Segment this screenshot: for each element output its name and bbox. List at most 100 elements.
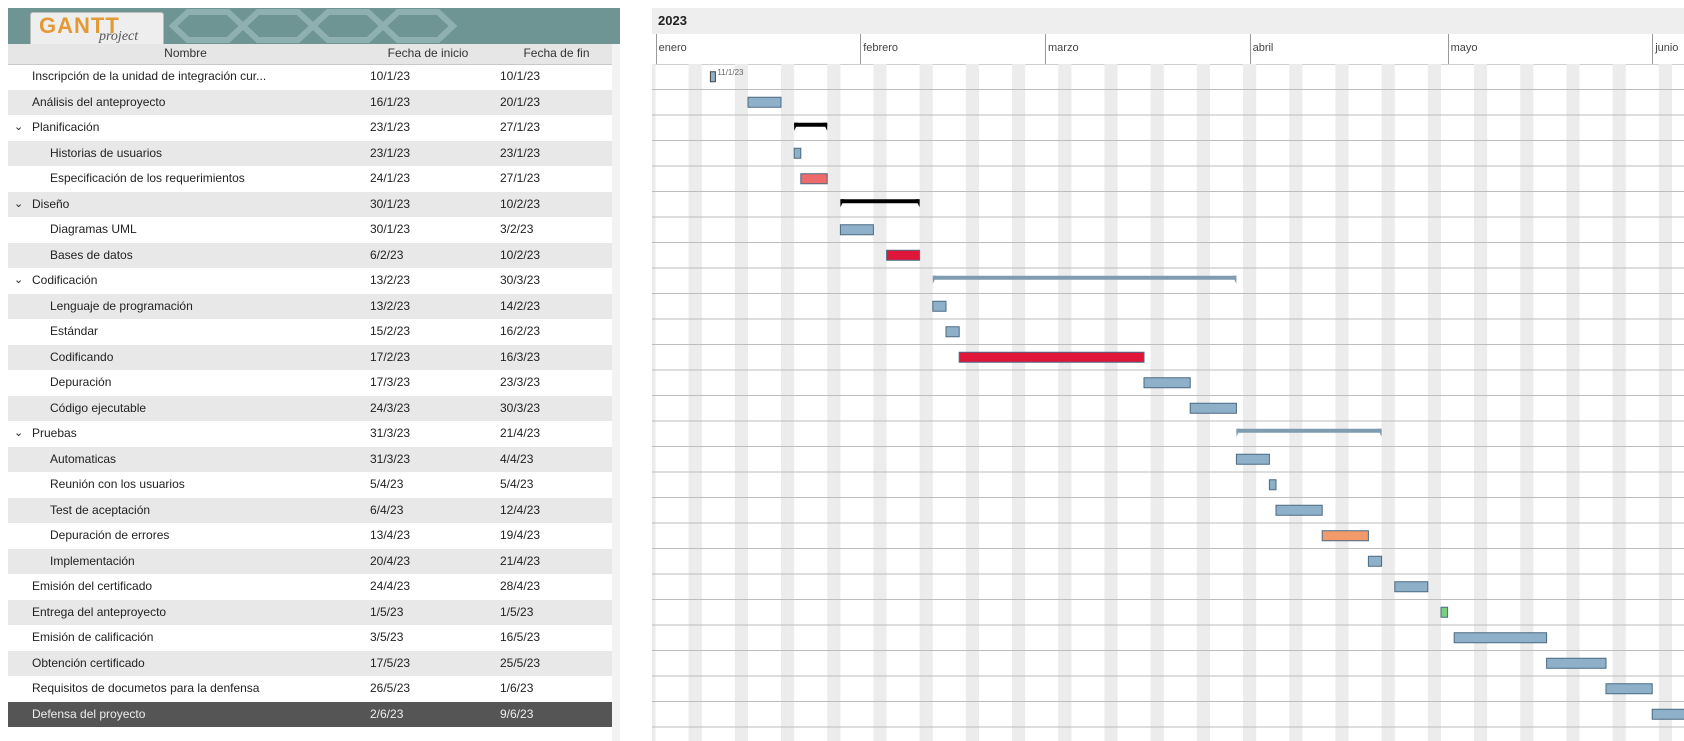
task-name: Lenguaje de programación <box>50 298 193 313</box>
year-label: 2023 <box>658 13 687 28</box>
milestone-marker <box>709 71 716 83</box>
ganttproject-logo: GANTT project <box>30 12 164 44</box>
task-row[interactable]: Entrega del anteproyecto 1/5/23 1/5/23 <box>8 599 620 625</box>
task-end-date: 30/3/23 <box>500 273 541 287</box>
task-row[interactable]: Obtención certificado 17/5/23 25/5/23 <box>8 650 620 676</box>
task-end-date: 10/2/23 <box>500 247 541 262</box>
task-start-date: 3/5/23 <box>370 630 404 644</box>
task-row[interactable]: Emisión del certificado 24/4/23 28/4/23 <box>8 574 620 600</box>
task-bar <box>1235 453 1270 465</box>
milestone-label: 11/1/23 <box>717 68 744 77</box>
task-row[interactable]: Reunión con los usuarios 5/4/23 5/4/23 <box>8 472 620 498</box>
month-label: abril <box>1249 34 1273 64</box>
table-scrollbar[interactable] <box>612 44 620 741</box>
task-end-date: 1/6/23 <box>500 681 534 695</box>
task-name: Especificación de los requerimientos <box>50 171 245 185</box>
column-header-end[interactable]: Fecha de fin <box>493 46 620 62</box>
task-start-date: 6/2/23 <box>370 247 404 262</box>
task-row[interactable]: Especificación de los requerimientos 24/1… <box>8 166 620 192</box>
task-name: Defensa del proyecto <box>32 706 146 721</box>
task-bar <box>1453 632 1548 644</box>
column-header-start[interactable]: Fecha de inicio <box>363 46 493 62</box>
task-bar <box>1143 377 1191 389</box>
task-end-date: 21/4/23 <box>500 426 541 440</box>
chevron-down-icon[interactable]: ⌄ <box>14 115 23 141</box>
task-name: Depuración <box>50 375 112 389</box>
task-end-date: 10/1/23 <box>500 69 541 83</box>
task-bar <box>1321 530 1369 542</box>
year-header: 2023 <box>652 8 1684 34</box>
task-row[interactable]: ⌄ Diseño 30/1/23 10/2/23 <box>8 191 620 218</box>
task-row[interactable]: ⌄ Planificación 23/1/23 27/1/23 <box>8 115 620 141</box>
task-start-date: 17/5/23 <box>370 655 411 670</box>
task-end-date: 21/4/23 <box>500 553 541 568</box>
task-row[interactable]: Codificando 17/2/23 16/3/23 <box>8 344 620 370</box>
month-label: marzo <box>1045 34 1079 64</box>
task-row[interactable]: Depuración de errores 13/4/23 19/4/23 <box>8 523 620 549</box>
task-row[interactable]: Automaticas 31/3/23 4/4/23 <box>8 446 620 472</box>
gantt-chart-area[interactable]: 11/1/23 <box>652 64 1684 741</box>
task-start-date: 5/4/23 <box>370 477 404 491</box>
task-start-date: 31/3/23 <box>370 451 411 466</box>
task-start-date: 31/3/23 <box>370 426 411 440</box>
task-row[interactable]: Estándar 15/2/23 16/2/23 <box>8 319 620 345</box>
chevron-down-icon[interactable]: ⌄ <box>14 421 23 447</box>
task-end-date: 19/4/23 <box>500 528 541 542</box>
task-bar <box>800 173 828 185</box>
task-row[interactable]: Lenguaje de programación 13/2/23 14/2/23 <box>8 293 620 319</box>
task-row[interactable]: Inscripción de la unidad de integración … <box>8 64 620 90</box>
task-row[interactable]: Diagramas UML 30/1/23 3/2/23 <box>8 217 620 243</box>
task-name: Pruebas <box>32 426 77 440</box>
task-bar <box>1189 402 1237 414</box>
app-header: GANTT project <box>8 8 620 44</box>
task-name: Diseño <box>32 196 70 211</box>
task-name: Obtención certificado <box>32 655 145 670</box>
task-row[interactable]: ⌄ Codificación 13/2/23 30/3/23 <box>8 268 620 294</box>
task-name: Codificación <box>32 273 98 287</box>
summary-bar <box>932 275 1237 280</box>
task-end-date: 27/1/23 <box>500 171 541 185</box>
task-name: Estándar <box>50 324 99 338</box>
summary-bar <box>794 122 828 127</box>
task-row[interactable]: Test de aceptación 6/4/23 12/4/23 <box>8 497 620 523</box>
task-bar <box>1605 683 1653 695</box>
chevron-down-icon[interactable]: ⌄ <box>14 192 23 218</box>
summary-bar <box>840 199 920 204</box>
table-header: Nombre Fecha de inicio Fecha de fin <box>8 44 620 65</box>
task-bar <box>747 96 782 108</box>
column-header-name[interactable]: Nombre <box>8 46 363 62</box>
task-start-date: 2/6/23 <box>370 706 404 721</box>
task-name: Codificando <box>50 349 114 364</box>
task-name: Emisión de calificación <box>32 630 154 644</box>
task-bar <box>886 249 921 261</box>
task-bar <box>958 351 1145 363</box>
month-label: junio <box>1652 34 1678 64</box>
task-name: Test de aceptación <box>50 502 151 517</box>
task-row[interactable]: ⌄ Pruebas 31/3/23 21/4/23 <box>8 421 620 447</box>
task-name: Planificación <box>32 120 100 134</box>
task-row[interactable]: Defensa del proyecto 2/6/23 9/6/23 <box>8 701 620 727</box>
chevron-down-icon[interactable]: ⌄ <box>14 268 23 294</box>
task-name: Depuración de errores <box>50 528 170 542</box>
task-start-date: 13/4/23 <box>370 528 411 542</box>
task-row[interactable]: Implementación 20/4/23 21/4/23 <box>8 548 620 574</box>
task-row[interactable]: Requisitos de documetos para la denfensa… <box>8 676 620 702</box>
task-row[interactable]: Emisión de calificación 3/5/23 16/5/23 <box>8 625 620 651</box>
task-end-date: 3/2/23 <box>500 222 534 236</box>
task-row[interactable]: Análisis del anteproyecto 16/1/23 20/1/23 <box>8 89 620 115</box>
task-end-date: 27/1/23 <box>500 120 541 134</box>
task-start-date: 24/1/23 <box>370 171 411 185</box>
task-end-date: 14/2/23 <box>500 298 541 313</box>
task-row[interactable]: Depuración 17/3/23 23/3/23 <box>8 370 620 396</box>
task-start-date: 30/1/23 <box>370 196 411 211</box>
logo-subtitle: project <box>99 29 139 44</box>
task-start-date: 17/3/23 <box>370 375 411 389</box>
gantt-chart-panel: 2023 enero febrero marzo abril mayo junio 11/… <box>652 0 1684 741</box>
task-bar <box>793 147 802 159</box>
task-end-date: 1/5/23 <box>500 604 534 619</box>
task-start-date: 30/1/23 <box>370 222 411 236</box>
task-bar <box>1367 555 1383 567</box>
task-row[interactable]: Código ejecutable 24/3/23 30/3/23 <box>8 395 620 421</box>
task-row[interactable]: Historias de usuarios 23/1/23 23/1/23 <box>8 140 620 166</box>
task-row[interactable]: Bases de datos 6/2/23 10/2/23 <box>8 242 620 268</box>
